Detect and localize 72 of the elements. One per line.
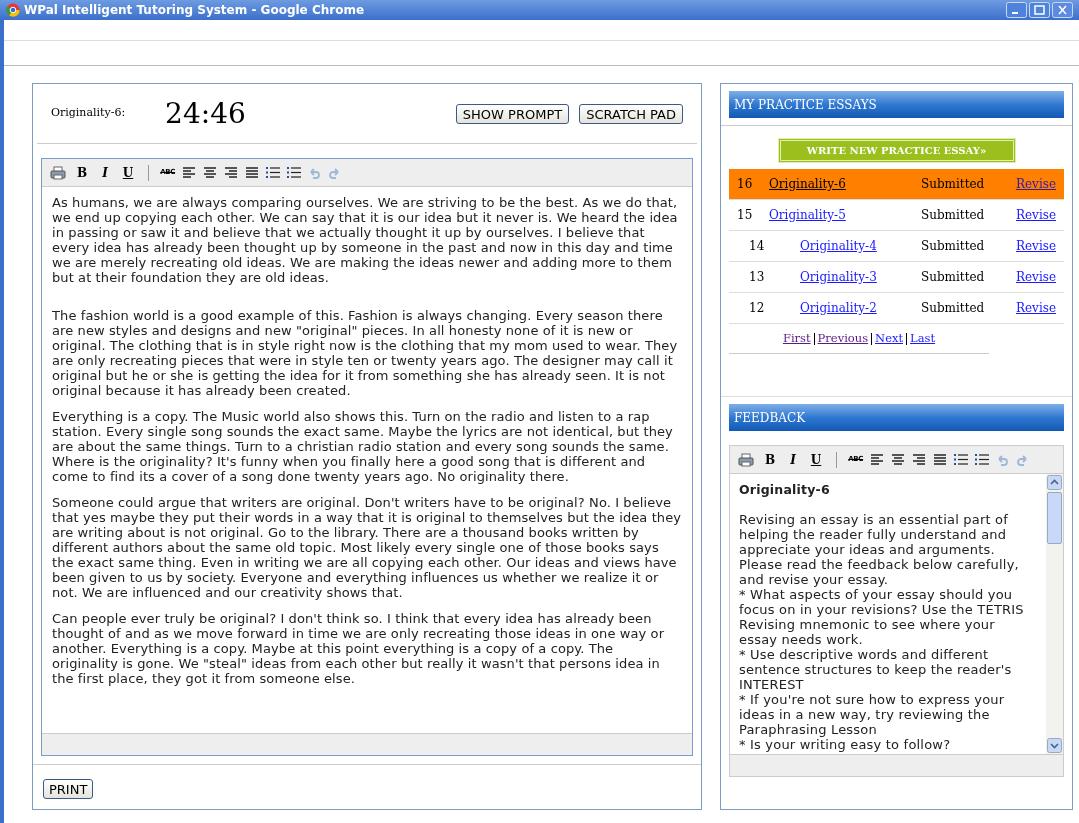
pager-link[interactable]: First [782,329,811,348]
essay-number: 12 [748,300,766,317]
feedback-text: * What aspects of your essay should you focus on in your revisions? Use the TETRIS Revising mnemonic to see where your essay needs work. [739,587,1025,647]
pager-link[interactable]: Previous [817,329,869,348]
feedback-text: Revising an essay is an essential part of helping the reader fully understand and appreciate your ideas and arguments. Please read the feedback below carefully, and revise your essay. [739,512,1020,587]
essay-status: Submitted [921,176,986,193]
scrollbar[interactable] [1046,474,1063,754]
essay-paragraph: As humans, we are always comparing ourselves. We are striving to be the best. As we do that, we end up copying each other. We can say that it is our idea but it never is. We heard the idea in passing or saw it and believe that we actually thought it up by ourselves. I believe that every idea has already been thought up by someone in the past and now in this day and time we are merely recreating old ideas. We are making the ideas newer and adding more to them but at their foundation they are old ideas. [52,195,679,285]
align-center-icon[interactable] [891,453,906,466]
justify-icon[interactable] [245,166,260,179]
panel-header: MY PRACTICE ESSAYS [729,91,1064,118]
align-center-icon[interactable] [203,166,218,179]
underline-button[interactable]: U [806,450,826,469]
essay-link[interactable]: Originality-5 [769,208,846,222]
essay-status: Submitted [921,269,986,286]
justify-icon[interactable] [933,453,948,466]
numbered-list-icon[interactable] [287,166,302,179]
scroll-up-icon[interactable] [1047,475,1062,490]
feedback-text: * Is your writing easy to follow? [739,737,952,752]
essay-paragraph: Someone could argue that writers are original. Don't writers have to be original? No. I believe that yes maybe they put their words in a way that it is original to themselves but the idea they are writing about is not original. Go to the library. There are a thousand books written by different authors about the same old topic. Most likely every single one of those books says the exact same thing. Even in writing we are all copying each other. Our ideas and views have been given to us by society. Everyone and everything influences us whether we realize it or not. We are influenced and our creativity shows that. [52,495,682,600]
essay-paragraph: Can people ever truly be original? I don't think so. I think that every idea has already been thought of and as we move forward in time we are only recreating those ideas in one way or another. Everything is a copy. Maybe at this point everything is a copy of a copy. The originality is gone. We "steal" ideas from each other but really it wasn't that persons idea in the first place, they got it from someone else. [52,611,666,686]
essay-link[interactable]: Originality-2 [800,301,877,315]
essay-link[interactable]: Originality-3 [800,270,877,284]
revise-link[interactable]: Revise [1016,175,1056,193]
align-left-icon[interactable] [182,166,197,179]
scroll-thumb[interactable] [1047,492,1062,544]
essay-number: 13 [748,269,766,286]
revise-link[interactable]: Revise [1016,268,1056,286]
maximize-icon[interactable] [1029,2,1050,18]
printer-icon[interactable] [738,452,754,467]
essay-status: Submitted [921,207,986,224]
align-right-icon[interactable] [224,166,239,179]
bold-button[interactable]: B [761,450,780,469]
align-right-icon[interactable] [912,453,927,466]
italic-button[interactable]: I [786,450,800,469]
window-title: WPal Intelligent Tutoring System - Google Chrome [24,2,365,19]
feedback-text: * Use descriptive words and different sentence structures to keep the reader's INTEREST [739,647,1013,692]
show-prompt-button[interactable]: SHOW PROMPT [455,103,570,124]
essay-number: 14 [748,238,766,255]
timer: 24:46 [165,95,246,132]
bullet-list-icon[interactable] [954,453,969,466]
essay-number: 15 [736,207,754,224]
italic-button[interactable]: I [98,163,112,182]
revise-link[interactable]: Revise [1016,299,1056,317]
align-left-icon[interactable] [870,453,885,466]
browser-logo-icon [6,3,20,17]
essay-status: Submitted [921,238,986,255]
bullet-list-icon[interactable] [266,166,281,179]
printer-icon[interactable] [50,165,66,180]
panel-header: FEEDBACK [729,404,1064,431]
essay-number: 16 [736,176,754,193]
essay-label: Originality-6: [51,105,126,122]
underline-button[interactable]: U [118,163,138,182]
feedback-heading: Originality-6 [739,482,831,497]
revise-link[interactable]: Revise [1016,206,1056,224]
essay-paragraph: The fashion world is a good example of this. Fashion is always changing. Every season there are new styles and designs and new "original" pieces. In all honesty none of it is new or original. The clothing that is in style right now is the clothing that my mom used to wear. They are only recreating pieces that were in style ten or twenty years ago. The designer may call it original but he or she is getting the idea for it from something she has already seen. It is not original because it has already been created. [52,308,679,398]
essay-row[interactable]: 16 Originality-6 Submitted Revise [729,169,1064,200]
essay-link[interactable]: Originality-4 [800,239,877,253]
feedback-text: * If you're not sure how to express your ideas in a new way, try reviewing the Paraphrasing Lesson [739,692,1006,737]
essay-link[interactable]: Originality-6 [769,177,846,191]
bold-button[interactable]: B [73,163,92,182]
scratch-pad-button[interactable]: SCRATCH PAD [579,103,683,124]
close-icon[interactable] [1052,2,1073,18]
revise-link[interactable]: Revise [1016,237,1056,255]
minimize-icon[interactable] [1006,2,1027,18]
essay-status: Submitted [921,300,986,317]
pager-link[interactable]: Next [875,329,904,348]
pager-link[interactable]: Last [910,329,936,348]
essay-paragraph: Everything is a copy. The Music world also shows this. Turn on the radio and listen to a rap station. Every single song sounds the exact same. Maybe the lyrics are not identical, but they are about the same things. Turn to a christian radio station and every song sounds the same. Where is the originality? It's funny when you finally here a good song that is different and come to find its a cover of a song done twenty years ago. No originality there. [52,409,674,484]
numbered-list-icon[interactable] [975,453,990,466]
print-button[interactable]: PRINT [43,779,94,799]
scroll-down-icon[interactable] [1047,738,1062,753]
